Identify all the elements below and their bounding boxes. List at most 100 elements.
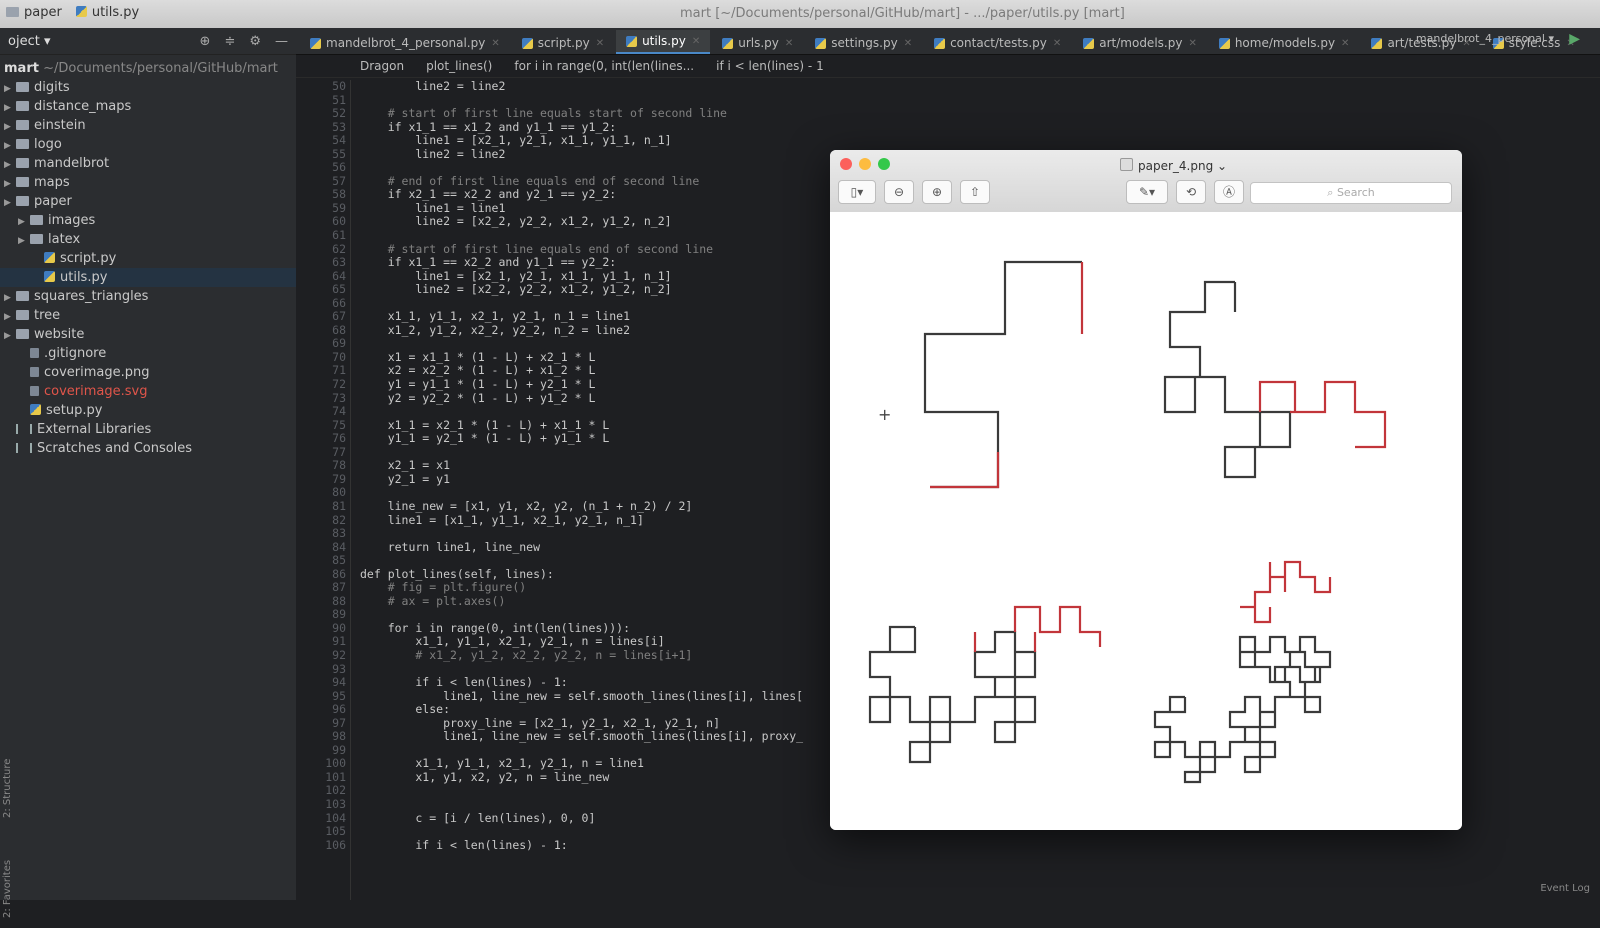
- code-line[interactable]: for i in range(0, int(len(lines))):: [360, 621, 840, 636]
- code-line[interactable]: # start of first line equals end of seco…: [360, 242, 840, 257]
- code-line[interactable]: line2 = line2: [360, 79, 840, 94]
- editor-tab[interactable]: script.py ✕: [512, 32, 614, 54]
- code-line[interactable]: line2 = line2: [360, 147, 840, 162]
- tree-item[interactable]: ▶ latex: [0, 230, 296, 249]
- code-line[interactable]: x1_1, y1_1, x2_1, y2_1, n = lines[i]: [360, 635, 840, 649]
- code-line[interactable]: [360, 297, 840, 311]
- code-line[interactable]: line1 = [x1_1, y1_1, x2_1, y2_1, n_1]: [360, 513, 840, 528]
- zoom-in-icon[interactable]: ⊕: [922, 180, 952, 204]
- tree-item[interactable]: utils.py: [0, 268, 296, 287]
- event-log[interactable]: Event Log: [1540, 883, 1590, 894]
- code-line[interactable]: line2 = [x2_2, y2_2, x1_2, y1_2, n_2]: [360, 283, 840, 297]
- minimize-button[interactable]: [859, 158, 871, 170]
- zoom-out-icon[interactable]: ⊖: [884, 180, 914, 204]
- breadcrumb-folder[interactable]: paper: [6, 5, 62, 20]
- code-line[interactable]: [360, 337, 840, 351]
- code-line[interactable]: x2 = x2_2 * (1 - L) + x1_2 * L: [360, 364, 840, 378]
- editor-tab[interactable]: home/models.py ✕: [1209, 32, 1360, 54]
- close-tab-icon[interactable]: ✕: [1053, 38, 1061, 49]
- tree-item[interactable]: ▶ distance_maps: [0, 97, 296, 116]
- code-line[interactable]: line2 = [x2_2, y2_2, x1_2, y1_2, n_2]: [360, 215, 840, 229]
- tree-item[interactable]: ▶ logo: [0, 135, 296, 154]
- markup-pen-icon[interactable]: ✎▾: [1126, 180, 1168, 204]
- tree-item[interactable]: ▶ digits: [0, 78, 296, 97]
- close-tab-icon[interactable]: ✕: [491, 38, 499, 49]
- code-line[interactable]: y2 = y2_2 * (1 - L) + y1_2 * L: [360, 391, 840, 406]
- editor-tab[interactable]: art/models.py ✕: [1073, 32, 1207, 54]
- code-line[interactable]: # x1_2, y1_2, x2_2, y2_2, n = lines[i+1]: [360, 648, 840, 663]
- code-line[interactable]: line1 = line1: [360, 201, 840, 216]
- code-line[interactable]: # end of first line equals end of second…: [360, 174, 840, 189]
- editor-tab[interactable]: utils.py ✕: [616, 30, 711, 54]
- code-line[interactable]: [360, 94, 840, 108]
- expand-arrow-icon[interactable]: ▶: [18, 232, 30, 251]
- breadcrumb-file[interactable]: utils.py: [75, 5, 139, 20]
- editor-tab[interactable]: mandelbrot_4_personal.py ✕: [300, 32, 510, 54]
- code-line[interactable]: [360, 744, 840, 758]
- code-line[interactable]: line_new = [x1, y1, x2, y2, (n_1 + n_2) …: [360, 499, 840, 514]
- code-line[interactable]: x2_1 = x1: [360, 459, 840, 473]
- code-line[interactable]: line1, line_new = self.smooth_lines(line…: [360, 730, 840, 744]
- code-line[interactable]: x1_1, y1_1, x2_1, y2_1, n = line1: [360, 757, 840, 771]
- close-tab-icon[interactable]: ✕: [904, 38, 912, 49]
- tree-item[interactable]: ▶ mandelbrot: [0, 154, 296, 173]
- code-line[interactable]: [360, 527, 840, 541]
- rotate-icon[interactable]: ⟲: [1176, 180, 1206, 204]
- code-line[interactable]: line1 = [x2_1, y2_1, x1_1, y1_1, n_1]: [360, 134, 840, 148]
- tree-item[interactable]: coverimage.svg: [0, 382, 296, 401]
- editor-tab[interactable]: settings.py ✕: [805, 32, 922, 54]
- code-line[interactable]: [360, 405, 840, 419]
- search-input[interactable]: ⌕ Search: [1250, 182, 1452, 204]
- project-root[interactable]: mart ~/Documents/personal/GitHub/mart: [0, 55, 296, 78]
- code-line[interactable]: [360, 663, 840, 677]
- code-line[interactable]: proxy_line = [x2_1, y2_1, x2_1, y2_1, n]: [360, 716, 840, 731]
- expand-arrow-icon[interactable]: ▶: [4, 327, 16, 346]
- code-editor[interactable]: 50 51 52 53 54 55 56 57 58 59 60 61 62 63 64 65 66 67 68 69…: [296, 79, 836, 900]
- code-line[interactable]: y2_1 = y1: [360, 472, 840, 487]
- code-line[interactable]: [360, 608, 840, 622]
- code-lines[interactable]: line2 = line2 # start of first line equa…: [360, 79, 840, 853]
- hide-icon[interactable]: —: [275, 34, 288, 49]
- annotate-icon[interactable]: Ⓐ: [1214, 180, 1244, 204]
- tree-item[interactable]: External Libraries: [0, 420, 296, 439]
- code-line[interactable]: [360, 229, 840, 243]
- run-icon[interactable]: ▶: [1569, 31, 1580, 47]
- code-line[interactable]: return line1, line_new: [360, 540, 840, 555]
- tree-item[interactable]: ▶ tree: [0, 306, 296, 325]
- tree-item[interactable]: ▶ einstein: [0, 116, 296, 135]
- code-line[interactable]: [360, 486, 840, 500]
- close-tab-icon[interactable]: ✕: [1188, 38, 1196, 49]
- structure-tab[interactable]: 2: Structure: [2, 759, 13, 818]
- close-tab-icon[interactable]: ✕: [785, 38, 793, 49]
- code-line[interactable]: # fig = plt.figure(): [360, 581, 840, 595]
- code-breadcrumb-item[interactable]: Dragon: [360, 59, 404, 73]
- project-view-selector[interactable]: oject ▾: [8, 34, 50, 49]
- code-line[interactable]: # ax = plt.axes(): [360, 594, 840, 609]
- locate-icon[interactable]: ⊕: [200, 34, 211, 49]
- code-line[interactable]: else:: [360, 703, 840, 717]
- tree-item[interactable]: ▶ paper: [0, 192, 296, 211]
- favorites-tab[interactable]: 2: Favorites: [2, 860, 13, 918]
- code-line[interactable]: c = [i / len(lines), 0, 0]: [360, 811, 840, 826]
- code-line[interactable]: x1_1 = x2_1 * (1 - L) + x1_1 * L: [360, 418, 840, 433]
- tree-item[interactable]: coverimage.png: [0, 363, 296, 382]
- zoom-button[interactable]: [878, 158, 890, 170]
- tree-item[interactable]: ▶ squares_triangles: [0, 287, 296, 306]
- share-icon[interactable]: ⇧: [960, 180, 990, 204]
- code-line[interactable]: def plot_lines(self, lines):: [360, 567, 840, 582]
- tree-item[interactable]: script.py: [0, 249, 296, 268]
- code-line[interactable]: [360, 825, 840, 839]
- run-config-selector[interactable]: mandelbrot_4_personal ▾: [1416, 32, 1554, 45]
- gear-icon[interactable]: ⚙: [249, 34, 261, 49]
- tree-item[interactable]: Scratches and Consoles: [0, 439, 296, 458]
- code-line[interactable]: y1 = y1_1 * (1 - L) + y2_1 * L: [360, 377, 840, 392]
- code-breadcrumb-item[interactable]: plot_lines(): [426, 59, 492, 73]
- code-line[interactable]: y1_1 = y2_1 * (1 - L) + y1_1 * L: [360, 432, 840, 446]
- code-line[interactable]: x1, y1, x2, y2, n = line_new: [360, 770, 840, 785]
- code-line[interactable]: line1 = [x2_1, y2_1, x1_1, y1_1, n_1]: [360, 269, 840, 284]
- code-line[interactable]: if i < len(lines) - 1:: [360, 838, 840, 853]
- code-line[interactable]: [360, 798, 840, 812]
- expand-arrow-icon[interactable]: ▶: [4, 194, 16, 213]
- code-line[interactable]: if i < len(lines) - 1:: [360, 676, 840, 690]
- code-line[interactable]: if x2_1 == x2_2 and y2_1 == y2_2:: [360, 188, 840, 202]
